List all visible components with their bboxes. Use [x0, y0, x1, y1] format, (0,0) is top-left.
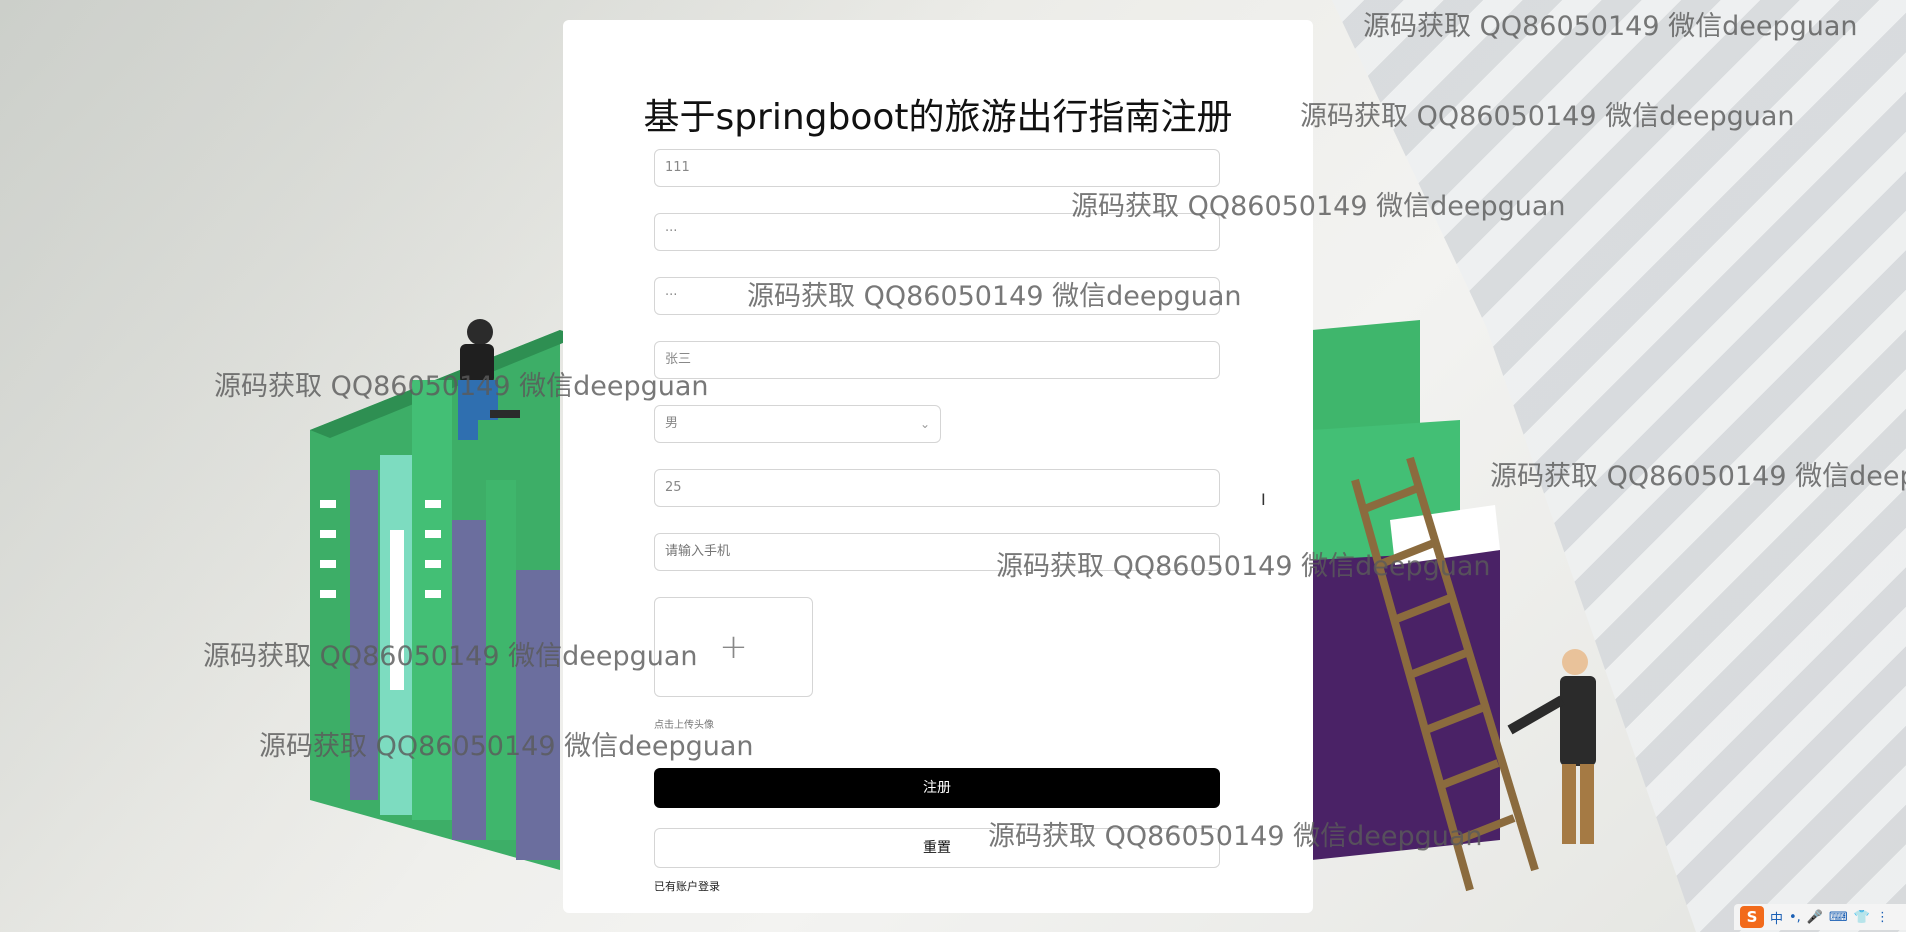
- register-button[interactable]: 注册: [654, 768, 1220, 808]
- confirm-password-value: ···: [665, 288, 678, 303]
- gender-select[interactable]: 男 ⌄: [654, 405, 941, 443]
- chevron-down-icon: ⌄: [919, 417, 930, 431]
- plus-icon: +: [719, 627, 748, 667]
- password-field[interactable]: ···: [654, 213, 1220, 251]
- ime-logo-icon[interactable]: S: [1740, 906, 1764, 928]
- password-value: ···: [665, 224, 678, 239]
- more-icon[interactable]: ⋮: [1876, 910, 1889, 925]
- register-card: 基于springboot的旅游出行指南注册 111 ··· ··· 张三 男 ⌄…: [563, 20, 1313, 913]
- age-value: 25: [665, 480, 682, 495]
- reset-button[interactable]: 重置: [654, 828, 1220, 868]
- account-field[interactable]: 111: [654, 149, 1220, 187]
- account-value: 111: [665, 160, 690, 175]
- name-field[interactable]: 张三: [654, 341, 1220, 379]
- gender-value: 男: [665, 416, 679, 431]
- left-books-illustration: [310, 330, 580, 870]
- phone-field[interactable]: [654, 533, 1220, 571]
- avatar-upload-hint: 点击上传头像: [654, 720, 714, 731]
- text-cursor-icon: I: [1261, 490, 1266, 509]
- name-value: 张三: [665, 352, 692, 367]
- punctuation-icon[interactable]: •,: [1789, 910, 1801, 925]
- confirm-password-field[interactable]: ···: [654, 277, 1220, 315]
- phone-input[interactable]: [665, 534, 1205, 570]
- login-link[interactable]: 已有账户登录: [654, 878, 720, 894]
- avatar-upload[interactable]: +: [654, 597, 813, 697]
- system-tray: S 中 •, 🎤 ⌨ 👕 ⋮: [1734, 904, 1906, 930]
- page-title: 基于springboot的旅游出行指南注册: [643, 97, 1233, 138]
- right-books-illustration: [1312, 320, 1500, 860]
- ime-mode-toggle[interactable]: 中: [1770, 908, 1783, 927]
- age-field[interactable]: 25: [654, 469, 1220, 507]
- microphone-icon[interactable]: 🎤: [1807, 910, 1823, 925]
- keyboard-icon[interactable]: ⌨: [1829, 910, 1848, 925]
- skin-icon[interactable]: 👕: [1854, 910, 1870, 925]
- standing-person-illustration: [1507, 649, 1596, 844]
